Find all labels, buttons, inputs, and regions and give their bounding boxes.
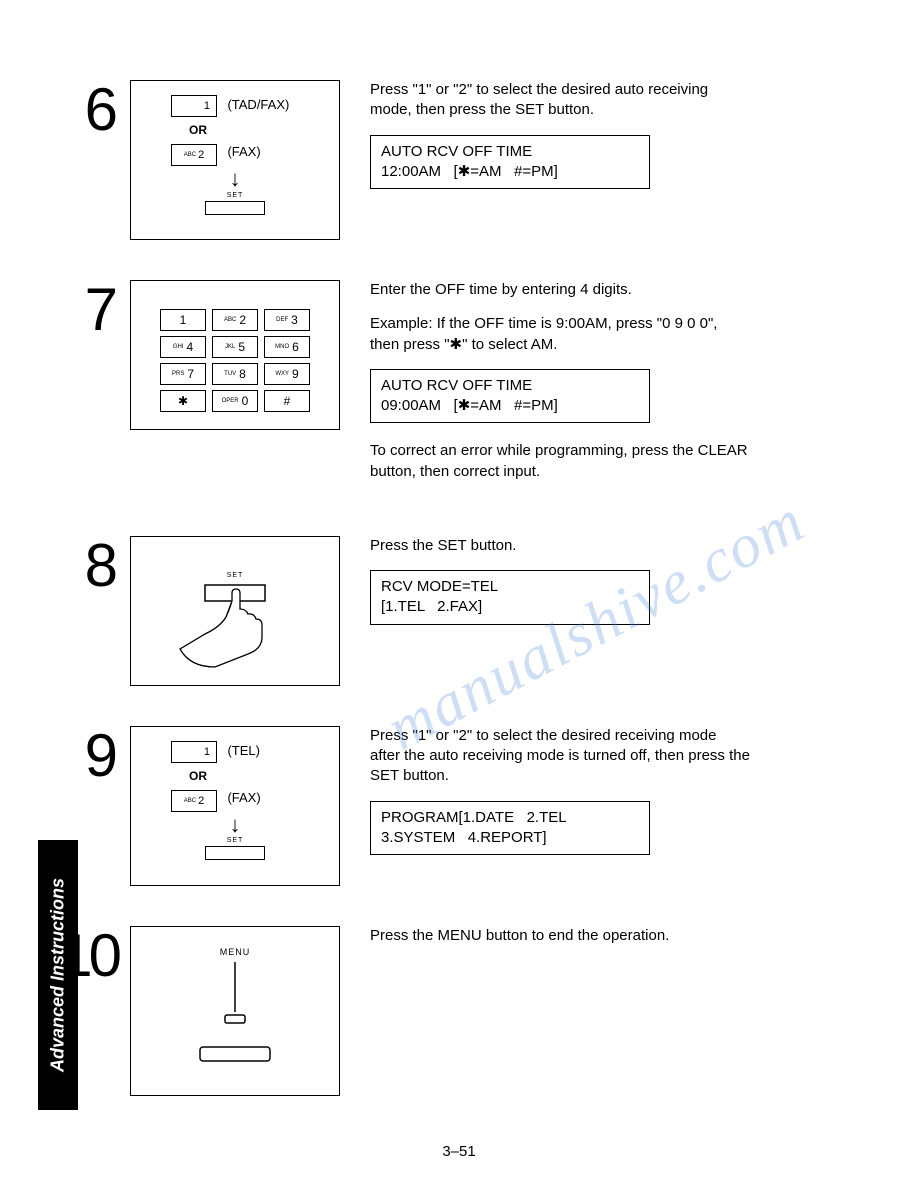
set-label: SET [141,572,329,579]
key-1-label: (TAD/FAX) [227,97,289,112]
set-button-icon [205,201,265,215]
key-2-label: (FAX) [227,790,260,805]
or-text: OR [169,123,329,137]
keypad-key: DEF3 [264,309,310,331]
keypad-key: MNO6 [264,336,310,358]
step-8-description: Press the SET button. RCV MODE=TEL [1.TE… [370,536,750,643]
step-number: 9 [40,726,130,786]
step-8-diagram: SET [130,536,340,686]
key-2: ABC2 [171,790,217,812]
step-8: 8 SET Press the SET button. RCV MODE=TEL… [40,536,858,686]
page-number: 3–51 [0,1143,918,1160]
key-2: ABC2 [171,144,217,166]
step-10-description: Press the MENU button to end the operati… [370,926,750,960]
set-label: SET [141,837,329,844]
step-6-description: Press "1" or "2" to select the desired a… [370,80,750,207]
key-2-label: (FAX) [227,144,260,159]
step-number: 6 [40,80,130,140]
keypad-key: 1 [160,309,206,331]
step-7-text-2: Example: If the OFF time is 9:00AM, pres… [370,314,750,355]
arrow-down-icon: ↓ [141,816,329,834]
keypad-key: TUV8 [212,363,258,385]
step-9-description: Press "1" or "2" to select the desired r… [370,726,750,873]
keypad-key: ✱ [160,390,206,412]
keypad-key: OPER0 [212,390,258,412]
side-tab-label: Advanced Instructions [48,878,69,1072]
keypad: 1 ABC2 DEF3 GHI4 JKL5 MNO6 PRS7 TUV8 WXY9 ✱ OPER0 # [141,291,329,412]
keypad-key: GHI4 [160,336,206,358]
step-7-text-3: To correct an error while programming, p… [370,441,750,482]
hand-press-icon [170,579,300,669]
arrow-down-icon: ↓ [141,170,329,188]
keypad-key: ABC2 [212,309,258,331]
step-9-diagram: 1 (TEL) OR ABC2 (FAX) ↓ SET [130,726,340,886]
manual-page: 6 1 (TAD/FAX) OR ABC2 (FAX) ↓ SET Press … [0,0,918,1188]
step-number: 7 [40,280,130,340]
keypad-key: WXY9 [264,363,310,385]
side-tab: Advanced Instructions [38,840,78,1110]
step-7: 7 1 ABC2 DEF3 GHI4 JKL5 MNO6 PRS7 TUV8 WXY9 ✱ OPER… [40,280,858,496]
key-1: 1 [171,741,217,763]
menu-button-icon [175,957,295,1077]
keypad-key: PRS7 [160,363,206,385]
lcd-display: RCV MODE=TEL [1.TEL 2.FAX] [370,570,650,625]
step-7-description: Enter the OFF time by entering 4 digits.… [370,280,750,496]
step-8-text: Press the SET button. [370,536,750,556]
step-7-diagram: 1 ABC2 DEF3 GHI4 JKL5 MNO6 PRS7 TUV8 WXY9 ✱ OPER0 # [130,280,340,430]
set-label: SET [141,192,329,199]
or-text: OR [169,769,329,783]
lcd-display: AUTO RCV OFF TIME 12:00AM [✱=AM #=PM] [370,135,650,190]
step-10-diagram: MENU [130,926,340,1096]
key-1-label: (TEL) [227,743,260,758]
step-9-text: Press "1" or "2" to select the desired r… [370,726,750,787]
step-6: 6 1 (TAD/FAX) OR ABC2 (FAX) ↓ SET Press … [40,80,858,240]
step-9: 9 1 (TEL) OR ABC2 (FAX) ↓ SET Press "1" … [40,726,858,886]
step-6-diagram: 1 (TAD/FAX) OR ABC2 (FAX) ↓ SET [130,80,340,240]
keypad-key: JKL5 [212,336,258,358]
menu-label: MENU [141,947,329,957]
lcd-display: PROGRAM[1.DATE 2.TEL 3.SYSTEM 4.REPORT] [370,801,650,856]
step-10: 10 MENU Press the MENU button to end the… [40,926,858,1096]
step-7-text-1: Enter the OFF time by entering 4 digits. [370,280,750,300]
key-1: 1 [171,95,217,117]
step-number: 8 [40,536,130,596]
set-button-icon [205,846,265,860]
keypad-key: # [264,390,310,412]
step-6-text: Press "1" or "2" to select the desired a… [370,80,750,121]
step-10-text: Press the MENU button to end the operati… [370,926,750,946]
lcd-display: AUTO RCV OFF TIME 09:00AM [✱=AM #=PM] [370,369,650,424]
